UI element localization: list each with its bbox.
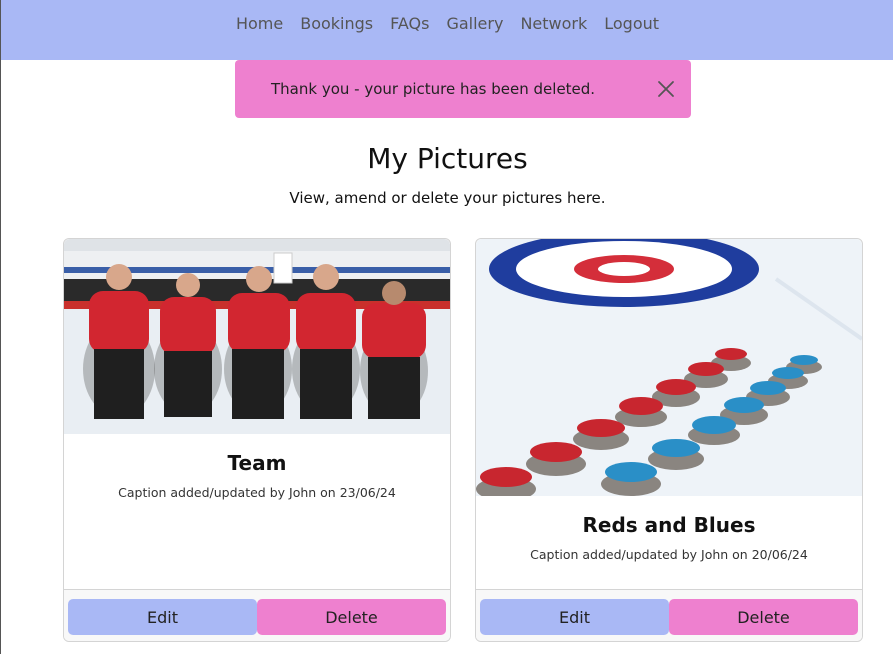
success-alert: Thank you - your picture has been delete… <box>235 60 691 118</box>
picture-card: Reds and Blues Caption added/updated by … <box>475 238 863 642</box>
card-title: Team <box>227 451 287 475</box>
curling-stones-photo <box>476 239 862 496</box>
delete-button[interactable]: Delete <box>669 599 858 635</box>
alert-message: Thank you - your picture has been delete… <box>271 80 596 98</box>
nav-links: Home Bookings FAQs Gallery Network Logou… <box>236 14 659 33</box>
nav-logout-link[interactable]: Logout <box>604 14 659 33</box>
card-footer: Edit Delete <box>476 589 862 641</box>
card-caption: Caption added/updated by John on 23/06/2… <box>118 485 396 500</box>
edit-button[interactable]: Edit <box>68 599 257 635</box>
navbar: Home Bookings FAQs Gallery Network Logou… <box>1 0 893 60</box>
page-subtitle: View, amend or delete your pictures here… <box>289 189 606 207</box>
delete-button[interactable]: Delete <box>257 599 446 635</box>
nav-home-link[interactable]: Home <box>236 14 283 33</box>
card-caption: Caption added/updated by John on 20/06/2… <box>530 547 808 562</box>
card-footer: Edit Delete <box>64 589 450 641</box>
team-photo <box>64 239 450 434</box>
nav-faqs-link[interactable]: FAQs <box>390 14 429 33</box>
nav-network-link[interactable]: Network <box>520 14 587 33</box>
card-title: Reds and Blues <box>582 513 756 537</box>
nav-gallery-link[interactable]: Gallery <box>446 14 503 33</box>
edit-button[interactable]: Edit <box>480 599 669 635</box>
page-title: My Pictures <box>367 142 528 175</box>
nav-bookings-link[interactable]: Bookings <box>300 14 373 33</box>
close-icon[interactable] <box>657 80 675 98</box>
picture-card: Team Caption added/updated by John on 23… <box>63 238 451 642</box>
